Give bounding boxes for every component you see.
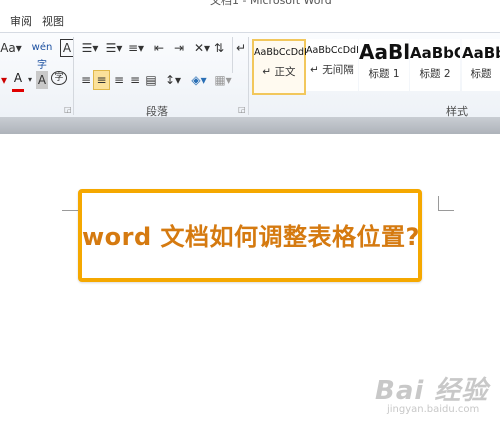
phonetic-guide-button[interactable]: wén 字	[26, 39, 58, 71]
style-title[interactable]: AaBb 标题	[462, 39, 500, 91]
decrease-indent-icon[interactable]: ⇤	[150, 39, 168, 57]
style-name: 标题	[470, 68, 492, 80]
char-shading-button[interactable]: A	[36, 71, 48, 89]
multilevel-list-button[interactable]: ≡▾	[126, 39, 146, 57]
highlight-dropdown[interactable]: ▾	[0, 71, 8, 89]
style-preview: AaBb	[462, 44, 500, 62]
style-name: ↵ 无间隔	[310, 64, 354, 76]
title-bar: 文档1 - Microsoft Word	[0, 0, 500, 8]
style-preview: AaBl	[359, 40, 409, 64]
ribbon-shadow-bar	[0, 117, 500, 134]
align-left-icon[interactable]: ≡	[78, 71, 94, 89]
style-preview: AaBbCcDdI	[306, 45, 359, 56]
tab-review[interactable]: 审阅	[10, 13, 32, 29]
style-preview: AaBbCcDdI	[254, 47, 307, 58]
numbering-button[interactable]: ☰▾	[102, 39, 126, 57]
crop-mark	[438, 210, 454, 211]
chinese-layout-icon[interactable]: ✕▾	[192, 39, 212, 57]
group-separator	[73, 37, 74, 115]
distributed-icon[interactable]: ▤	[143, 71, 159, 89]
ribbon-tabs: 审阅 视图	[0, 8, 500, 33]
style-name: 标题 1	[368, 68, 400, 80]
style-normal[interactable]: AaBbCcDdI ↵ 正文	[252, 39, 307, 95]
style-no-spacing[interactable]: AaBbCcDdI ↵ 无间隔	[306, 39, 359, 91]
char-border-button[interactable]: A	[60, 39, 74, 57]
justify-icon[interactable]: ≡	[127, 71, 143, 89]
window-title: 文档1 - Microsoft Word	[210, 0, 332, 7]
font-color-button[interactable]: A	[12, 71, 24, 92]
line-spacing-icon[interactable]: ↕▾	[162, 71, 184, 89]
align-right-icon[interactable]: ≡	[111, 71, 127, 89]
title-callout: word 文档如何调整表格位置?	[78, 189, 422, 282]
bullets-button[interactable]: ☰▾	[78, 39, 102, 57]
crop-mark	[438, 196, 439, 210]
enclose-char-button[interactable]: 字	[51, 71, 67, 85]
style-name: ↵ 正文	[262, 66, 296, 78]
increase-indent-icon[interactable]: ⇥	[170, 39, 188, 57]
style-preview: AaBbC	[410, 44, 460, 62]
group-separator	[232, 37, 233, 73]
group-separator	[248, 37, 249, 115]
style-heading-2[interactable]: AaBbC 标题 2	[410, 39, 460, 91]
borders-icon[interactable]: ▦▾	[212, 71, 234, 89]
ribbon: Aa▾ wén 字 A ▾ A ▾ A 字 ◲ ☰▾ ☰▾ ≡▾ ⇤ ⇥ ✕▾ …	[0, 33, 500, 118]
watermark-url: jingyan.baidu.com	[387, 404, 480, 415]
show-hide-marks-icon[interactable]: ↵	[234, 39, 248, 57]
sort-icon[interactable]: ⇅	[212, 39, 226, 57]
callout-text: word 文档如何调整表格位置?	[82, 223, 420, 251]
tab-view[interactable]: 视图	[42, 13, 64, 29]
align-center-icon[interactable]: ≡	[93, 70, 110, 90]
font-dialog-launcher-icon[interactable]: ◲	[64, 105, 72, 114]
paragraph-dialog-launcher-icon[interactable]: ◲	[238, 105, 246, 114]
font-color-dropdown-icon[interactable]: ▾	[26, 71, 34, 89]
crop-mark	[62, 210, 78, 211]
shading-icon[interactable]: ◈▾	[188, 71, 210, 89]
style-name: 标题 2	[419, 68, 451, 80]
watermark-logo: Bai 经验	[375, 376, 489, 406]
baidu-watermark: Bai 经验 jingyan.baidu.com	[375, 370, 489, 415]
style-heading-1[interactable]: AaBl 标题 1	[359, 39, 409, 91]
change-case-button[interactable]: Aa▾	[0, 39, 22, 57]
